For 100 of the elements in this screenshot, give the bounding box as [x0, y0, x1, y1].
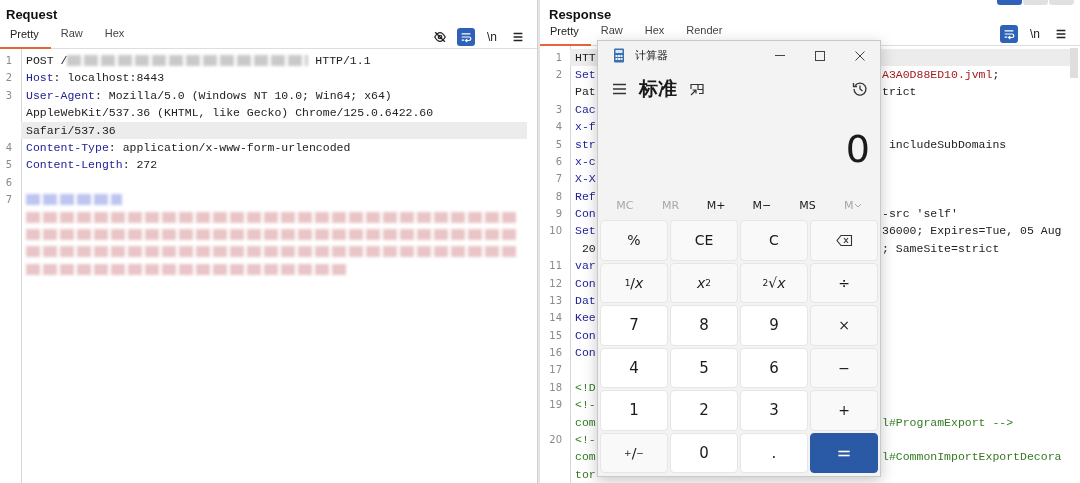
code-text: -src 'self' — [882, 206, 958, 222]
wrap-lines-icon — [459, 30, 473, 44]
html-comment: com — [575, 414, 596, 431]
wrap-button[interactable] — [1000, 25, 1018, 44]
code-text: HTT — [575, 49, 596, 66]
history-icon — [852, 81, 868, 97]
keep-on-top-button[interactable] — [689, 81, 705, 97]
view-tab[interactable]: Raw — [50, 27, 95, 39]
digit-key[interactable]: 3 — [740, 390, 808, 431]
line-number: 15 — [549, 328, 562, 343]
mode-title: 标准 — [639, 76, 677, 101]
code-text: Safari/537.36 — [26, 122, 116, 139]
code-text: trict — [882, 84, 917, 101]
operator-key[interactable]: + — [810, 390, 878, 431]
line-number: 1 — [555, 50, 562, 65]
header-name: Con — [575, 345, 596, 361]
function-key[interactable]: % — [600, 220, 668, 261]
digit-key[interactable]: 1 — [600, 390, 668, 431]
header-name: str — [575, 136, 596, 153]
header-name: x-c — [575, 153, 596, 170]
memory-button[interactable]: MS — [784, 190, 831, 220]
function-key[interactable]: $^{2}$√x — [740, 262, 808, 303]
header-name: Con — [575, 327, 596, 344]
memory-button[interactable]: M− — [739, 190, 785, 220]
line-number: 3 — [555, 102, 562, 117]
line-number: 13 — [549, 293, 562, 308]
digit-key[interactable]: 5 — [670, 347, 738, 388]
backspace-icon — [835, 233, 853, 247]
code-text: : application/x-www-form-urlencoded — [108, 139, 351, 156]
equals-key[interactable]: = — [810, 432, 878, 473]
menu-icon — [511, 30, 525, 44]
line-number: 7 — [555, 172, 562, 187]
header-name: Set — [575, 67, 596, 83]
operator-key[interactable]: × — [810, 305, 878, 346]
digit-key[interactable]: 4 — [600, 347, 668, 388]
code-text: Pat — [575, 84, 596, 101]
view-tab[interactable]: Hex — [634, 23, 677, 36]
newline-button[interactable]: \n — [483, 28, 501, 46]
line-number: 5 — [5, 158, 12, 173]
html-comment: <!D — [575, 379, 596, 396]
view-tab[interactable]: Raw — [590, 23, 635, 36]
maximize-icon — [814, 49, 826, 62]
history-button[interactable] — [852, 81, 868, 97]
header-name: User-Agent — [26, 87, 95, 104]
header-name: Con — [575, 275, 596, 292]
header-name: Cac — [575, 101, 596, 118]
function-key[interactable]: C — [740, 220, 808, 261]
digit-key[interactable]: 8 — [670, 305, 738, 346]
function-key[interactable]: $^{1}$/x — [600, 262, 668, 303]
view-tab[interactable]: Hex — [94, 27, 137, 39]
line-number: 3 — [5, 88, 12, 103]
operator-key[interactable]: ÷ — [810, 262, 878, 303]
line-number: 19 — [549, 398, 562, 413]
wrap-button[interactable] — [457, 28, 475, 46]
digit-key[interactable]: 0 — [670, 432, 738, 473]
panel-title: Request — [6, 7, 58, 24]
window-title: 计算器 — [635, 48, 669, 63]
header-name: x-f — [575, 119, 596, 136]
digit-key[interactable]: . — [740, 432, 808, 473]
line-number: 8 — [555, 189, 562, 204]
html-comment: l#ProgramExport --> — [882, 414, 1014, 431]
wrap-lines-icon — [1002, 27, 1016, 42]
function-key[interactable]: CE — [670, 220, 738, 261]
header-name: Ref — [575, 188, 596, 205]
newline-button[interactable]: \n — [1026, 25, 1044, 44]
display-value: 0 — [845, 127, 870, 171]
line-number: 14 — [549, 311, 562, 326]
view-tab[interactable]: Render — [676, 23, 735, 36]
code-text: includeSubDomains — [887, 136, 1007, 153]
digit-key[interactable]: 9 — [740, 305, 808, 346]
line-number: 20 — [549, 432, 562, 447]
code-text: 20 — [580, 240, 596, 257]
line-number: 4 — [555, 120, 562, 135]
digit-key[interactable]: 2 — [670, 390, 738, 431]
code-text: POST / — [26, 53, 68, 69]
scrollbar-thumb[interactable] — [1070, 47, 1078, 78]
memory-button[interactable]: M+ — [693, 190, 739, 220]
code-text: ; SameSite=strict — [882, 240, 1000, 257]
line-number: 2 — [555, 68, 562, 82]
digit-key[interactable]: 6 — [740, 347, 808, 388]
code-text: 36000; Expires=Tue, 05 Aug — [882, 223, 1062, 240]
line-number: 2 — [5, 71, 12, 86]
cookie-value: A3A0D88ED10.jvml — [882, 67, 993, 83]
line-number: 10 — [549, 224, 562, 239]
html-comment: tor — [575, 466, 596, 483]
function-key[interactable]: x$^{2}$ — [670, 262, 738, 303]
operator-key[interactable]: − — [810, 347, 878, 388]
line-number: 1 — [5, 54, 12, 68]
digit-key[interactable]: 7 — [600, 305, 668, 346]
header-name: Host — [26, 70, 54, 87]
header-name: var — [575, 258, 596, 275]
header-name: Con — [575, 206, 596, 222]
line-number: 7 — [5, 193, 12, 207]
menu-button[interactable] — [612, 82, 627, 96]
code-text: HTTP/1.1 — [314, 53, 371, 69]
line-number: 12 — [549, 276, 562, 291]
line-number: 16 — [549, 346, 562, 360]
code-text: : 272 — [122, 157, 158, 174]
code-text: ; — [992, 67, 1000, 83]
line-number: 6 — [5, 175, 12, 190]
